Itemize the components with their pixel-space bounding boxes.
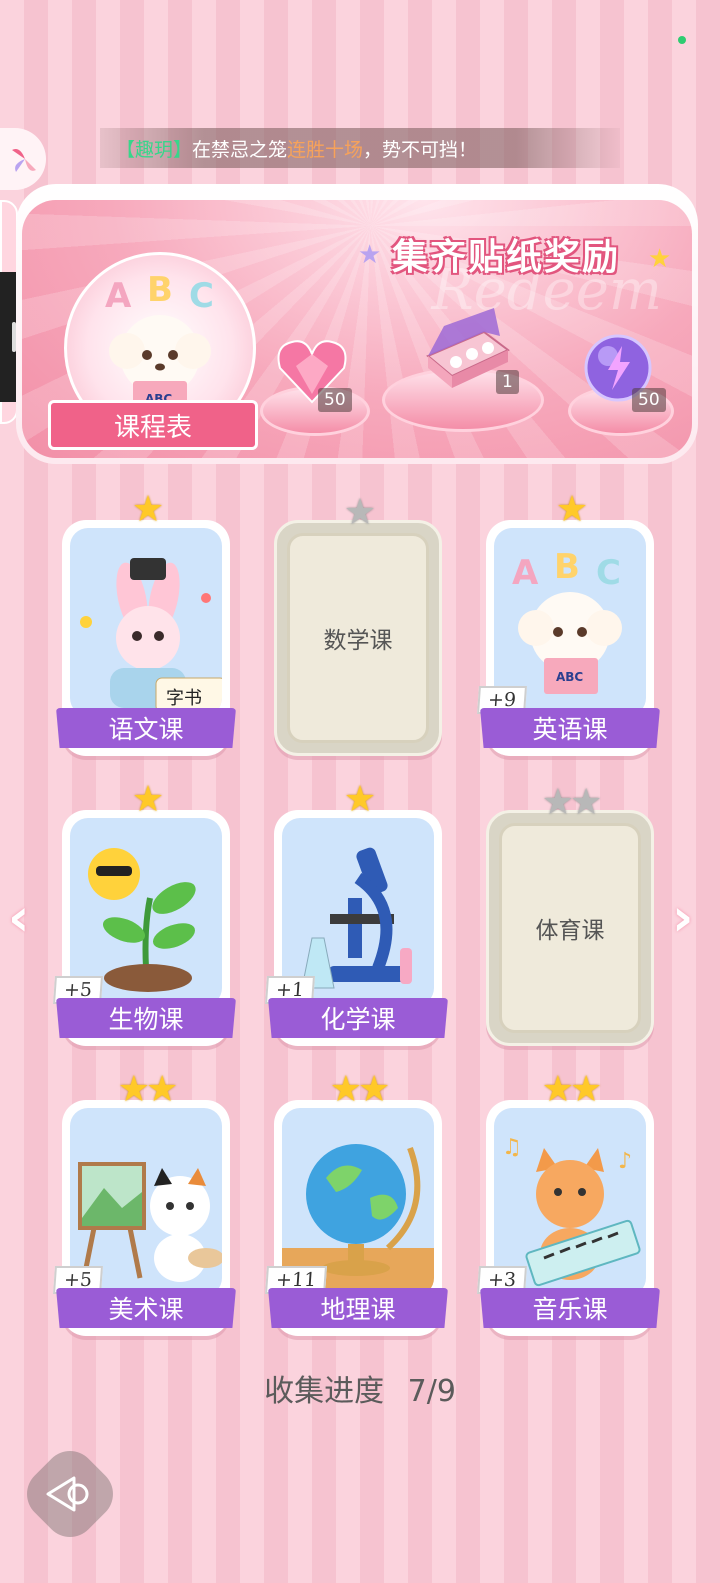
svg-text:A: A [105, 276, 132, 316]
schedule-label[interactable]: 课程表 [48, 400, 258, 450]
course-card-biology[interactable]: ★ +5 生物课 [53, 780, 236, 1046]
svg-text:ABC: ABC [556, 670, 583, 684]
svg-text:C: C [596, 553, 621, 593]
course-name: 体育课 [499, 823, 641, 1033]
star-rating: ★★ [541, 1069, 603, 1110]
ticker-player-name: 【趣玥】 [116, 138, 193, 161]
course-name: 生物课 [56, 998, 236, 1038]
bunny-calligraphy-illustration: 字书 [70, 528, 222, 716]
svg-text:字书: 字书 [166, 688, 202, 709]
course-name: 美术课 [56, 1288, 236, 1328]
course-card-chemistry[interactable]: ★ +1 化学课 [265, 780, 448, 1046]
prev-page-arrow-icon[interactable]: ‹ [8, 888, 29, 948]
course-card-math-locked[interactable]: ★ 数学课 [274, 493, 442, 756]
svg-text:♫: ♫ [502, 1135, 522, 1160]
course-name: 语文课 [56, 708, 236, 748]
star-rating: ★★ [541, 782, 603, 823]
ticker-text-before: 在禁忌之笼 [192, 138, 288, 161]
svg-text:A: A [512, 553, 539, 593]
next-page-arrow-icon[interactable]: › [672, 888, 693, 948]
svg-text:B: B [554, 547, 580, 587]
course-name: 数学课 [287, 533, 429, 743]
course-card-art[interactable]: ★★ +5 美术课 [53, 1070, 236, 1336]
svg-text:B: B [147, 270, 173, 310]
banner-background: Redeem ★ 集齐贴纸奖励 ★ A B C ABC 课程表 50 1 50 [22, 200, 692, 458]
star-rating: ★★ [329, 1069, 391, 1110]
reward-count: 50 [632, 388, 666, 412]
course-card-pe-locked[interactable]: ★★ 体育课 [486, 783, 654, 1046]
course-card-geography[interactable]: ★★ +11 地理课 [265, 1070, 448, 1336]
progress-label: 收集进度 [264, 1374, 385, 1409]
star-rating: ★ [343, 779, 376, 820]
svg-text:C: C [189, 276, 214, 316]
course-name: 地理课 [268, 1288, 448, 1328]
status-indicator-dot [678, 36, 686, 44]
reward-count: 1 [496, 370, 519, 394]
gold-star-icon: ★ [648, 244, 672, 274]
announcement-ticker: 【趣玥】 在禁忌之笼 连胜十场 ，势不可挡！ [100, 128, 620, 168]
purple-star-icon: ★ [358, 240, 382, 270]
course-card-english[interactable]: ★ A B C ABC +9 英语课 [477, 490, 660, 756]
progress-value: 7/9 [407, 1374, 456, 1409]
course-card-chinese[interactable]: ★ 字书 语文课 [56, 490, 236, 756]
star-rating: ★ [343, 492, 376, 533]
back-arrow-icon [46, 1476, 89, 1512]
star-rating: ★ [555, 489, 588, 530]
star-rating: ★ [131, 489, 164, 530]
reward-count: 50 [318, 388, 352, 412]
ticker-text-after: ，势不可挡！ [363, 138, 478, 161]
course-name: 音乐课 [480, 1288, 660, 1328]
star-rating: ★★ [117, 1069, 179, 1110]
course-card-music[interactable]: ★★ ♫ ♪ +3 音乐课 [477, 1070, 660, 1336]
back-button[interactable] [16, 1440, 124, 1548]
collection-progress: 收集进度 7/9 [0, 1366, 720, 1410]
svg-text:♪: ♪ [618, 1149, 632, 1174]
course-name: 英语课 [480, 708, 660, 748]
course-name: 化学课 [268, 998, 448, 1038]
pinwheel-button[interactable] [0, 128, 46, 190]
sticker-reward-banner: Redeem ★ 集齐贴纸奖励 ★ A B C ABC 课程表 50 1 50 [16, 184, 698, 464]
banner-title: 集齐贴纸奖励 [392, 237, 621, 278]
pinwheel-icon [12, 149, 36, 172]
ticker-highlight: 连胜十场 [287, 138, 364, 161]
star-rating: ★ [131, 779, 164, 820]
